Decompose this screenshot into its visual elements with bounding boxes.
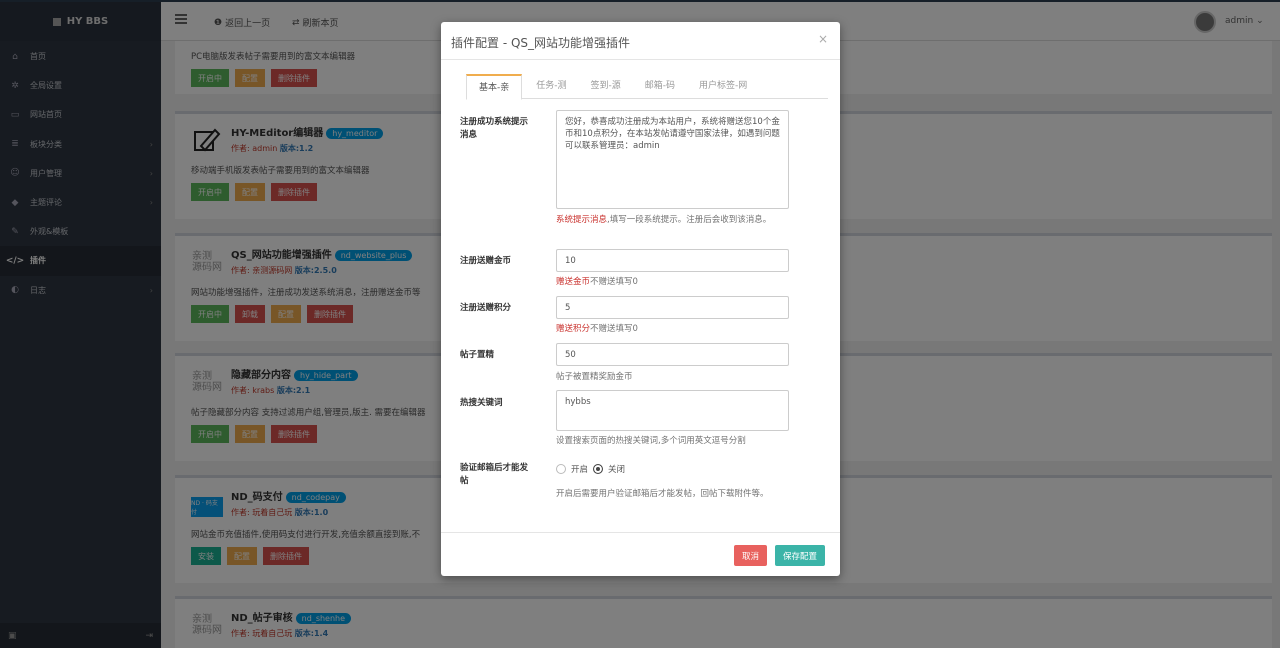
tab-task[interactable]: 任务-测 [526,74,576,99]
tab-basic[interactable]: 基本-亲 [466,74,523,100]
featured-reward-input[interactable]: 50 [556,343,789,366]
close-icon[interactable]: × [818,32,828,46]
register-points-label: 注册送赠积分 [460,303,512,313]
register-message-help: ,填写一段系统提示。注册后会收到该消息。 [607,215,772,225]
help-highlight: 赠送积分 [556,324,591,334]
register-coins-help: 不赠送填写0 [590,277,638,287]
featured-reward-help: 帖子被置精奖励金币 [556,372,633,382]
modal-header: 插件配置 - QS_网站功能增强插件 × [441,22,840,60]
radio-on-label: 开启 [571,465,589,475]
radio-on[interactable] [556,464,566,474]
help-highlight: 系统提示消息 [556,215,608,225]
email-verify-help: 开启后需要用户验证邮箱后才能发帖，回帖下载附件等。 [556,489,769,499]
register-points-help: 不赠送填写0 [590,324,638,334]
hot-keywords-textarea[interactable]: hybbs [556,390,789,431]
modal-title: 插件配置 - QS_网站功能增强插件 [451,36,631,50]
cancel-button[interactable]: 取消 [734,545,768,566]
config-tabs: 基本-亲 任务-测 签到-源 邮箱-码 用户标签-网 [466,74,828,100]
radio-off[interactable] [593,464,604,474]
plugin-config-modal: 插件配置 - QS_网站功能增强插件 × 基本-亲 任务-测 签到-源 邮箱-码… [441,22,840,576]
register-points-input[interactable]: 5 [556,296,789,319]
save-button[interactable]: 保存配置 [775,545,826,566]
register-message-textarea[interactable]: 您好，恭喜成功注册成为本站用户，系统将赠送您10个金币和10点积分，在本站发帖请… [556,110,789,209]
tab-signin[interactable]: 签到-源 [581,74,631,99]
register-coins-input[interactable]: 10 [556,249,789,272]
radio-off-label: 关闭 [608,465,626,475]
tab-email[interactable]: 邮箱-码 [635,74,685,99]
email-verify-radio-group: 开启 关闭 [556,463,625,475]
featured-reward-label: 帖子置精 [460,350,495,360]
register-message-label: 注册成功系统提示消息 [460,117,529,140]
help-highlight: 赠送金币 [556,277,591,287]
register-coins-label: 注册送赠金币 [460,256,512,266]
tab-user-tags[interactable]: 用户标签-网 [689,74,757,99]
email-verify-label: 验证邮箱后才能发帖 [460,463,529,486]
modal-footer: 取消 保存配置 [441,532,840,576]
hot-keywords-label: 热搜关键词 [460,398,503,408]
hot-keywords-help: 设置搜索页面的热搜关键词,多个词用英文逗号分割 [556,436,746,446]
